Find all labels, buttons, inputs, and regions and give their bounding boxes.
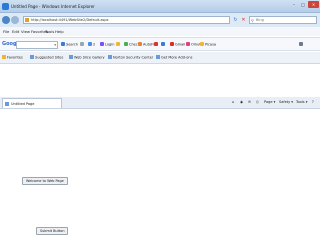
sidewiki-icon xyxy=(161,42,165,46)
page-content: Welcome to Web Page Submit Button xyxy=(0,110,320,250)
submit-button[interactable]: Submit Button xyxy=(36,227,69,235)
page-icon xyxy=(156,55,160,59)
page-icon xyxy=(5,102,9,106)
menu-edit[interactable]: Edit xyxy=(12,29,19,34)
web-slice-gallery-link[interactable]: Web Slice Gallery xyxy=(69,55,105,60)
wrench-icon xyxy=(299,42,303,46)
star-icon xyxy=(116,42,120,46)
orkut-button[interactable]: Orkut xyxy=(186,42,201,48)
window-title: Untitled Page - Windows Internet Explore… xyxy=(11,4,95,9)
page-icon xyxy=(30,55,34,59)
search-placeholder: Bing xyxy=(256,18,264,22)
close-button[interactable]: ✕ xyxy=(308,1,319,8)
google-search-input[interactable]: ▾ xyxy=(16,41,58,49)
login-button[interactable]: Login xyxy=(100,42,114,48)
search-input[interactable]: ⚲ Bing xyxy=(249,16,317,24)
search-icon: ⚲ xyxy=(251,18,254,23)
share-icon xyxy=(154,42,158,46)
home-icon[interactable]: ⌂ xyxy=(232,100,234,104)
refresh-button[interactable]: ↻ xyxy=(232,16,239,24)
page-icon xyxy=(108,55,112,59)
get-more-addons-link[interactable]: Get More Add-ons xyxy=(156,55,192,60)
maximize-button[interactable]: □ xyxy=(299,1,307,8)
picasa-icon xyxy=(200,42,204,46)
popup-blocker-button[interactable]: 2 xyxy=(88,42,95,48)
menu-view[interactable]: View xyxy=(21,29,30,34)
minimize-button[interactable]: – xyxy=(290,1,298,8)
back-button[interactable] xyxy=(2,16,10,24)
share-button[interactable] xyxy=(154,42,159,48)
gmail-button[interactable]: Gmail xyxy=(170,42,185,48)
favorites-bar: Favorites Suggested Sites Web Slice Gall… xyxy=(0,52,320,64)
menu-file[interactable]: File xyxy=(3,29,9,34)
orkut-icon xyxy=(186,42,190,46)
tab-label: Untitled Page xyxy=(11,102,35,106)
user-icon xyxy=(100,42,104,46)
search-icon xyxy=(61,42,65,46)
toolbar-dropdown-button[interactable] xyxy=(80,42,85,48)
bookmark-star-button[interactable] xyxy=(116,42,121,48)
gmail-icon xyxy=(170,42,174,46)
menu-tools[interactable]: Tools xyxy=(45,29,54,34)
page-icon xyxy=(25,18,29,22)
popup-blocker-icon xyxy=(88,42,92,46)
options-button[interactable] xyxy=(299,42,304,48)
address-bar[interactable]: http://localhost:4491/WebSite2/Default.a… xyxy=(23,16,230,24)
page-menu[interactable]: Page ▾ xyxy=(264,100,275,104)
stop-button[interactable]: ✕ xyxy=(240,16,247,24)
tab-row: Untitled Page ⌂ ◉ ✉ ⎙ Page ▾ Safety ▾ To… xyxy=(0,97,320,109)
mail-icon[interactable]: ✉ xyxy=(248,100,251,104)
suggested-sites-link[interactable]: Suggested Sites xyxy=(30,55,63,60)
picasa-button[interactable]: Picasa xyxy=(200,42,216,48)
menu-bar: File Edit View Favorites Tools Help xyxy=(0,27,320,36)
favorites-button[interactable]: Favorites xyxy=(2,55,23,60)
page-icon xyxy=(69,55,73,59)
check-icon xyxy=(124,42,128,46)
norton-security-link[interactable]: Norton Security Center xyxy=(108,55,153,60)
safety-menu[interactable]: Safety ▾ xyxy=(279,100,293,104)
ie-app-icon xyxy=(2,3,9,10)
tools-menu[interactable]: Tools ▾ xyxy=(296,100,308,104)
toolbar-search-button[interactable]: Search xyxy=(61,42,78,48)
window-title-bar: Untitled Page - Windows Internet Explore… xyxy=(0,0,320,13)
address-row: http://localhost:4491/WebSite2/Default.a… xyxy=(0,13,320,27)
address-url: http://localhost:4491/WebSite2/Default.a… xyxy=(31,18,109,22)
welcome-button[interactable]: Welcome to Web Page xyxy=(22,177,68,185)
feeds-icon[interactable]: ◉ xyxy=(240,100,243,104)
tab-untitled-page[interactable]: Untitled Page xyxy=(2,98,62,108)
print-icon[interactable]: ⎙ xyxy=(256,100,259,104)
menu-help[interactable]: Help xyxy=(55,29,64,34)
google-toolbar: Google ▾ Search 2 Login Check AutoFill G… xyxy=(0,37,320,51)
sidewiki-button[interactable] xyxy=(161,42,166,48)
chevron-down-icon[interactable]: ▾ xyxy=(54,43,56,47)
autofill-icon xyxy=(138,42,142,46)
help-icon[interactable]: ? xyxy=(312,100,314,104)
star-icon xyxy=(2,55,6,59)
dropdown-icon xyxy=(80,42,84,46)
forward-button[interactable] xyxy=(11,16,19,24)
